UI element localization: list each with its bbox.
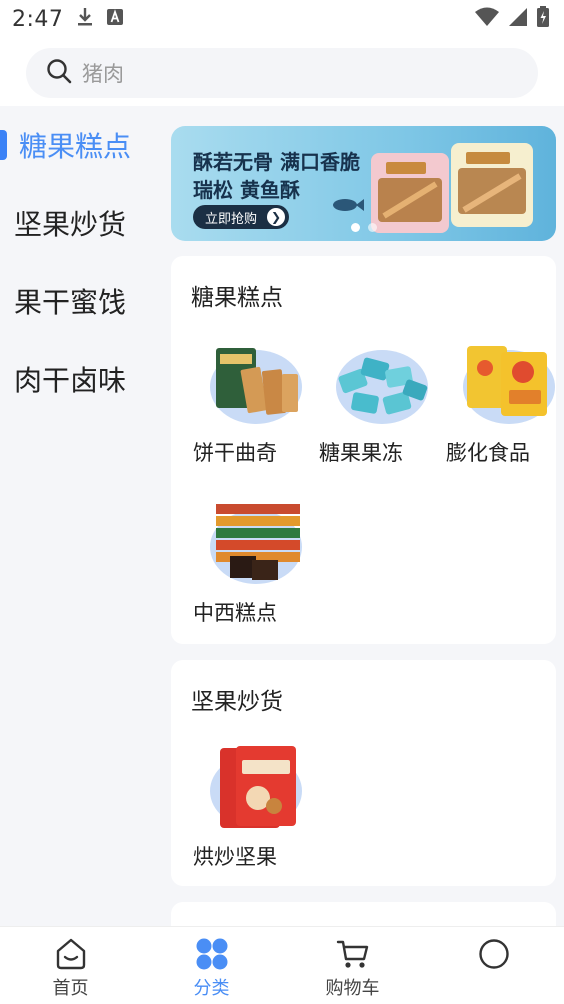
- section-title: 坚果炒货: [191, 689, 283, 715]
- cart-icon: [336, 940, 368, 968]
- subcategory-label: 中西糕点: [193, 601, 277, 625]
- promo-banner[interactable]: 酥若无骨 满口香脆 瑞松 黄鱼酥 立即抢购 ❯: [171, 126, 556, 241]
- search-area: 猪肉: [0, 38, 564, 106]
- buy-now-label: 立即抢购: [205, 211, 258, 227]
- product-package-image: [371, 143, 533, 233]
- sidebar-item-jerky[interactable]: 肉干卤味: [0, 340, 160, 418]
- subcategory-puffed-food[interactable]: 膨化食品: [443, 342, 555, 482]
- sidebar-item-label: 果干蜜饯: [14, 286, 127, 319]
- tab-profile[interactable]: [423, 927, 564, 1004]
- bottom-tab-bar: 首页 分类 购物车: [0, 926, 564, 1004]
- pagination-dot[interactable]: [351, 223, 360, 232]
- pagination-dot[interactable]: [368, 223, 377, 232]
- download-icon: [77, 7, 93, 31]
- category-sidebar: 糖果糕点 坚果炒货 果干蜜饯 肉干卤味: [0, 106, 160, 926]
- tab-category[interactable]: 分类: [141, 927, 282, 1004]
- tab-label: 首页: [52, 978, 89, 999]
- wifi-icon: [474, 7, 500, 31]
- app-notification-icon: [107, 9, 124, 29]
- pastries-image: [210, 504, 302, 584]
- sidebar-item-dried-fruit[interactable]: 果干蜜饯: [0, 262, 160, 340]
- tab-label: 购物车: [325, 978, 380, 999]
- banner-subheadline: 瑞松 黄鱼酥: [193, 178, 300, 202]
- category-main: 糖果糕点 坚果炒货 果干蜜饯 肉干卤味 酥若无骨 满口香脆 瑞松 黄鱼酥 立即抢…: [0, 106, 564, 942]
- sidebar-item-nuts[interactable]: 坚果炒货: [0, 184, 160, 262]
- subcategory-roasted-nuts[interactable]: 烘炒坚果: [190, 746, 302, 886]
- status-bar: 2:47: [0, 0, 564, 38]
- subcategory-label: 膨化食品: [446, 441, 530, 465]
- subcategory-biscuits[interactable]: 饼干曲奇: [190, 342, 302, 482]
- candy-jelly-image: [336, 350, 428, 424]
- signal-icon: [508, 7, 528, 31]
- active-indicator: [0, 130, 7, 160]
- tab-label: 分类: [193, 978, 230, 999]
- roasted-nuts-image: [210, 746, 302, 828]
- search-icon: [46, 58, 72, 88]
- sidebar-item-label: 糖果糕点: [19, 130, 132, 163]
- subcategory-label: 烘炒坚果: [193, 845, 277, 869]
- puffed-food-image: [463, 346, 555, 424]
- sidebar-item-candy-pastry[interactable]: 糖果糕点: [0, 106, 160, 184]
- section-card-nuts: 坚果炒货 烘炒坚果: [171, 660, 556, 886]
- banner-headline: 酥若无骨 满口香脆: [193, 150, 360, 174]
- banner-pagination: [351, 223, 377, 232]
- search-placeholder: 猪肉: [82, 62, 124, 86]
- tab-home[interactable]: 首页: [0, 927, 141, 1004]
- tab-cart[interactable]: 购物车: [282, 927, 423, 1004]
- fish-decoration-icon: [333, 199, 364, 211]
- home-icon: [56, 938, 85, 970]
- biscuits-image: [210, 348, 302, 424]
- profile-icon: [478, 939, 509, 969]
- section-card-candy-pastry: 糖果糕点 饼干曲奇 糖果果冻 膨化食品 中西糕点: [171, 256, 556, 644]
- battery-icon: [536, 6, 550, 32]
- status-time: 2:47: [12, 6, 64, 32]
- subcategory-candy-jelly[interactable]: 糖果果冻: [316, 342, 428, 482]
- subcategory-label: 糖果果冻: [319, 441, 403, 465]
- arrow-right-icon: ❯: [267, 208, 285, 226]
- buy-now-button[interactable]: 立即抢购 ❯: [193, 205, 289, 229]
- section-title: 糖果糕点: [191, 285, 283, 311]
- subcategory-pastries[interactable]: 中西糕点: [190, 502, 302, 642]
- category-icon: [196, 938, 227, 970]
- sidebar-item-label: 坚果炒货: [14, 208, 127, 241]
- subcategory-label: 饼干曲奇: [193, 441, 277, 465]
- sidebar-item-label: 肉干卤味: [14, 364, 127, 397]
- search-input[interactable]: 猪肉: [26, 48, 538, 98]
